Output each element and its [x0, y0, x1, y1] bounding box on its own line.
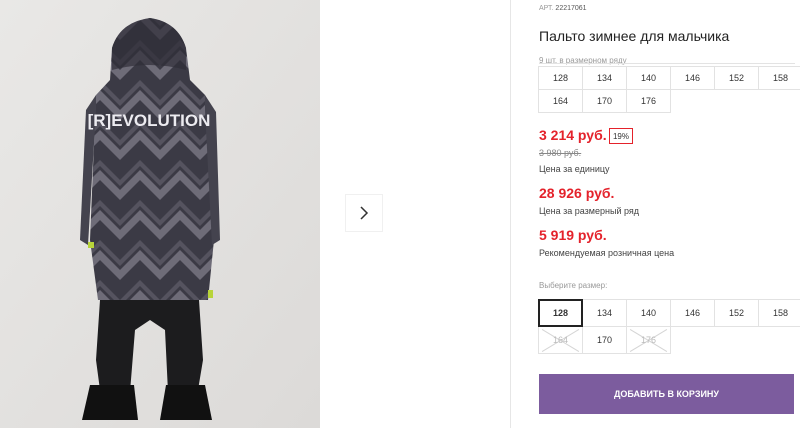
size-option-128[interactable]: 128	[538, 299, 583, 327]
jacket-print-text: [R]EVOLUTION	[88, 111, 211, 130]
article-value: 22217061	[555, 5, 587, 12]
row-price: 28 926 руб.	[539, 185, 615, 201]
row-size-cell: 140	[626, 66, 671, 90]
product-info-panel: АРТ. 22217061 Пальто зимнее для мальчика…	[511, 0, 800, 428]
size-option-label: 170	[596, 335, 613, 345]
size-picker-label: Выберите размер:	[539, 281, 608, 290]
row-size-cell: 164	[538, 89, 583, 113]
product-title: Пальто зимнее для мальчика	[539, 28, 730, 44]
article-label: АРТ.	[539, 5, 554, 12]
size-option-label: 134	[596, 308, 613, 318]
size-picker: 128 134 140 146 152 158 164 170 176	[538, 299, 800, 354]
size-option-140[interactable]: 140	[626, 299, 671, 327]
size-option-152[interactable]: 152	[714, 299, 759, 327]
retail-price: 5 919 руб.	[539, 227, 607, 243]
size-option-label: 146	[684, 308, 701, 318]
size-option-label: 140	[640, 308, 657, 318]
size-option-146[interactable]: 146	[670, 299, 715, 327]
unit-price: 3 214 руб.	[539, 127, 607, 143]
size-option-label: 152	[728, 308, 745, 318]
old-price: 3 980 руб.	[539, 148, 582, 158]
size-option-label: 158	[772, 308, 789, 318]
row-size-cell: 158	[758, 66, 800, 90]
size-option-label: 128	[552, 308, 569, 318]
row-size-cell: 134	[582, 66, 627, 90]
size-option-label: 176	[640, 335, 657, 345]
size-option-label: 164	[552, 335, 569, 345]
row-size-cell: 152	[714, 66, 759, 90]
product-photo: [R]EVOLUTION	[0, 0, 320, 428]
size-row-table: 128 134 140 146 152 158 164 170 176	[538, 66, 800, 113]
chevron-right-icon	[360, 206, 369, 220]
row-size-cell: 170	[582, 89, 627, 113]
row-size-cell: 146	[670, 66, 715, 90]
discount-badge: 19%	[609, 128, 633, 144]
next-image-button[interactable]	[345, 194, 383, 232]
row-size-cell: 128	[538, 66, 583, 90]
row-size-cell: 176	[626, 89, 671, 113]
size-option-158[interactable]: 158	[758, 299, 800, 327]
product-gallery: [R]EVOLUTION	[0, 0, 320, 428]
size-option-164: 164	[538, 326, 583, 354]
size-option-176: 176	[626, 326, 671, 354]
row-price-note: Цена за размерный ряд	[539, 206, 640, 216]
unit-price-note: Цена за единицу	[539, 164, 610, 174]
article-number: АРТ. 22217061	[539, 5, 587, 12]
retail-price-note: Рекомендуемая розничная цена	[539, 248, 675, 258]
size-option-170[interactable]: 170	[582, 326, 627, 354]
size-option-134[interactable]: 134	[582, 299, 627, 327]
divider-line	[539, 63, 795, 64]
add-to-cart-button[interactable]: ДОБАВИТЬ В КОРЗИНУ	[539, 374, 794, 414]
